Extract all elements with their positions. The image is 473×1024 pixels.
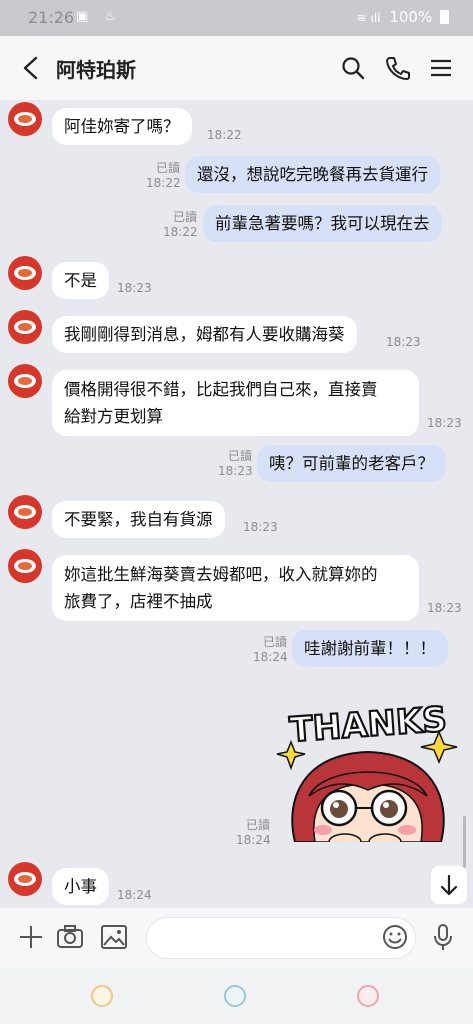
battery-icon [440,10,449,24]
home-button[interactable] [224,985,246,1007]
scrollbar[interactable] [463,816,466,868]
emoji-icon[interactable] [380,922,410,952]
battery-label: 100% [389,8,433,26]
avatar[interactable] [8,310,42,344]
back-button[interactable] [357,985,379,1007]
phone-icon[interactable] [382,52,412,84]
message-input[interactable] [146,917,416,959]
message-time: 18:23 [427,601,462,615]
arrow-down-icon[interactable] [431,866,467,904]
message-bubble[interactable]: 還沒，想說吃完晚餐再去貨運行 [185,156,440,193]
avatar[interactable] [8,364,42,398]
system-nav-bar [0,968,473,1024]
message-time: 18:23 [117,281,152,295]
avatar[interactable] [8,256,42,290]
message-bubble[interactable]: 咦？可前輩的老客戶？ [257,445,446,482]
notification-icons: ▣ ♨ [76,9,123,24]
message-bubble[interactable]: 妳這批生鮮海葵賣去姆都吧，收入就算妳的 旅費了，店裡不抽成 [52,555,419,621]
message-bubble[interactable]: 前輩急著要嗎？我可以現在去 [203,205,442,242]
wifi-signal-icon: ≋ ıll [356,11,381,25]
message-time: 18:24 [117,888,152,902]
avatar[interactable] [8,862,42,896]
message-bubble[interactable]: 價格開得很不錯，比起我們自己來，直接賣 給對方更划算 [52,370,419,436]
status-bar: 21:26 ▣ ♨ ≋ ıll 100% [0,0,473,36]
avatar[interactable] [8,549,42,583]
read-receipt: 已讀 18:24 [236,818,271,847]
camera-icon[interactable] [55,922,85,952]
back-arrow-icon[interactable] [14,50,48,86]
thanks-sticker[interactable]: THANKS [275,692,461,842]
menu-icon[interactable] [426,52,456,84]
message-time: 18:23 [427,416,462,430]
chat-header: 阿特珀斯 [0,36,473,100]
message-time: 18:23 [386,335,421,349]
read-receipt: 已讀 18:24 [253,635,288,664]
message-bubble[interactable]: 不要緊，我自有貨源 [52,501,225,538]
image-icon[interactable] [99,922,129,952]
avatar[interactable] [8,495,42,529]
read-receipt: 已讀 18:23 [218,449,253,478]
message-bubble[interactable]: 我剛剛得到消息，姆都有人要收購海葵 [52,316,357,353]
read-receipt: 已讀 18:22 [163,210,198,239]
message-time: 18:22 [207,128,242,142]
read-receipt: 已讀 18:22 [146,161,181,190]
status-right: ≋ ıll 100% [357,8,449,26]
message-time: 18:23 [243,520,278,534]
recent-apps-button[interactable] [91,985,113,1007]
mic-icon[interactable] [428,922,458,952]
status-time: 21:26 [28,8,75,27]
search-icon[interactable] [338,52,368,84]
message-bubble[interactable]: 哇謝謝前輩！！！ [292,630,448,667]
message-bubble[interactable]: 不是 [52,262,109,299]
plus-icon[interactable] [16,922,46,952]
message-bubble[interactable]: 阿佳妳寄了嗎？ [52,108,192,145]
message-input-bar [0,908,473,968]
avatar[interactable] [8,102,42,136]
message-bubble[interactable]: 小事 [52,868,109,905]
svg-text:THANKS: THANKS [288,700,448,751]
chat-title: 阿特珀斯 [56,58,136,82]
